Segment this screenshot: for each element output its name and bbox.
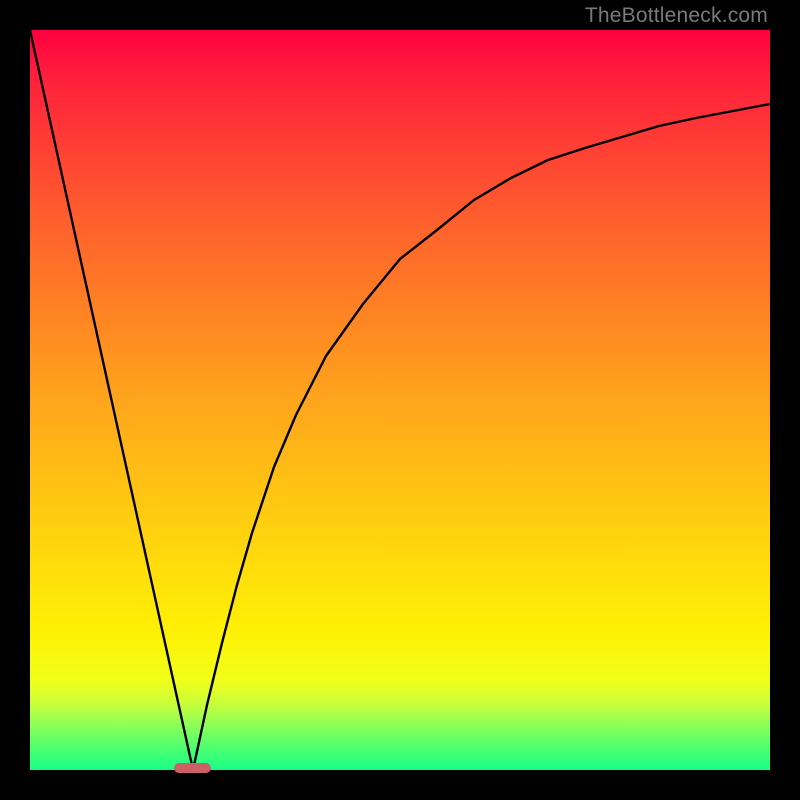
curve-path — [30, 30, 770, 770]
optimal-marker — [174, 763, 211, 773]
watermark-text: TheBottleneck.com — [585, 4, 768, 28]
bottleneck-curve — [30, 30, 770, 770]
plot-area — [30, 30, 770, 770]
chart-frame: TheBottleneck.com — [0, 0, 800, 800]
